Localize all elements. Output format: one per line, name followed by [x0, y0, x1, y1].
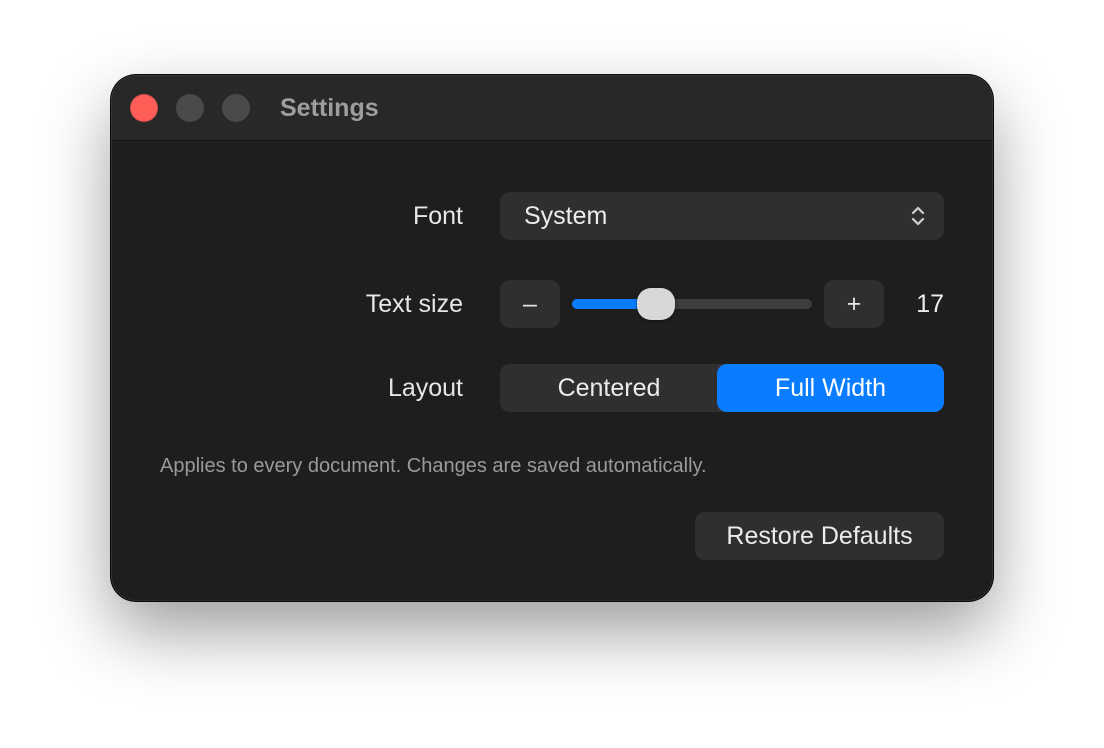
zoom-button[interactable]	[222, 94, 250, 122]
minimize-button[interactable]	[176, 94, 204, 122]
increase-text-size-button[interactable]: +	[824, 280, 884, 328]
layout-label: Layout	[387, 374, 463, 402]
layout-segmented-control: Centered Full Width	[500, 364, 944, 412]
title-bar[interactable]: Settings	[112, 76, 992, 141]
minus-icon: –	[523, 290, 537, 318]
restore-defaults-button[interactable]: Restore Defaults	[695, 512, 944, 560]
chevron-up-down-icon	[911, 206, 925, 226]
font-select-value: System	[524, 202, 608, 230]
settings-window: Settings Font System Text size – + 17 La…	[112, 76, 992, 600]
close-button[interactable]	[130, 94, 158, 122]
window-title: Settings	[280, 94, 379, 122]
layout-option-full-width[interactable]: Full Width	[717, 364, 944, 412]
plus-icon: +	[846, 290, 862, 318]
text-size-label: Text size	[365, 290, 463, 318]
settings-note: Applies to every document. Changes are s…	[160, 455, 707, 477]
font-select[interactable]: System	[500, 192, 944, 240]
text-size-value: 17	[916, 290, 944, 318]
layout-option-centered[interactable]: Centered	[500, 364, 718, 412]
decrease-text-size-button[interactable]: –	[500, 280, 560, 328]
font-label: Font	[412, 202, 463, 230]
text-size-slider-thumb[interactable]	[637, 288, 675, 320]
